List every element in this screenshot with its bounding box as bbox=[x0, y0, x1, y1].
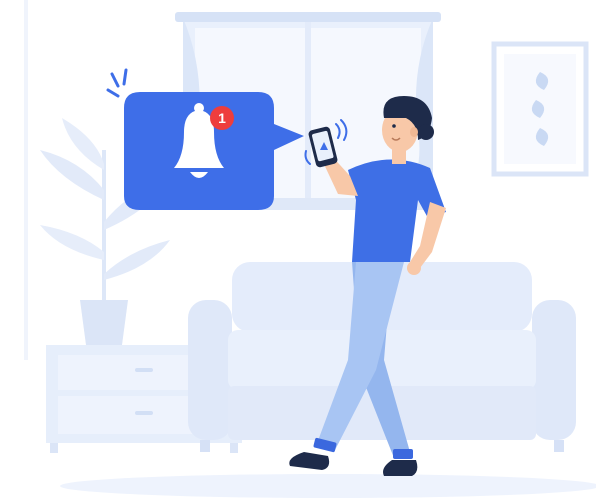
wall-edge-left bbox=[24, 0, 28, 360]
shoe-left bbox=[289, 452, 330, 470]
alert-rays bbox=[106, 68, 128, 98]
shoe-right bbox=[383, 460, 418, 476]
illustration-canvas: 1 bbox=[24, 0, 596, 498]
notification-badge: 1 bbox=[210, 106, 234, 130]
floor-shadow bbox=[60, 474, 596, 498]
badge-count: 1 bbox=[218, 110, 226, 126]
notification-illustration: 1 bbox=[0, 0, 596, 503]
wall-picture bbox=[491, 41, 589, 177]
